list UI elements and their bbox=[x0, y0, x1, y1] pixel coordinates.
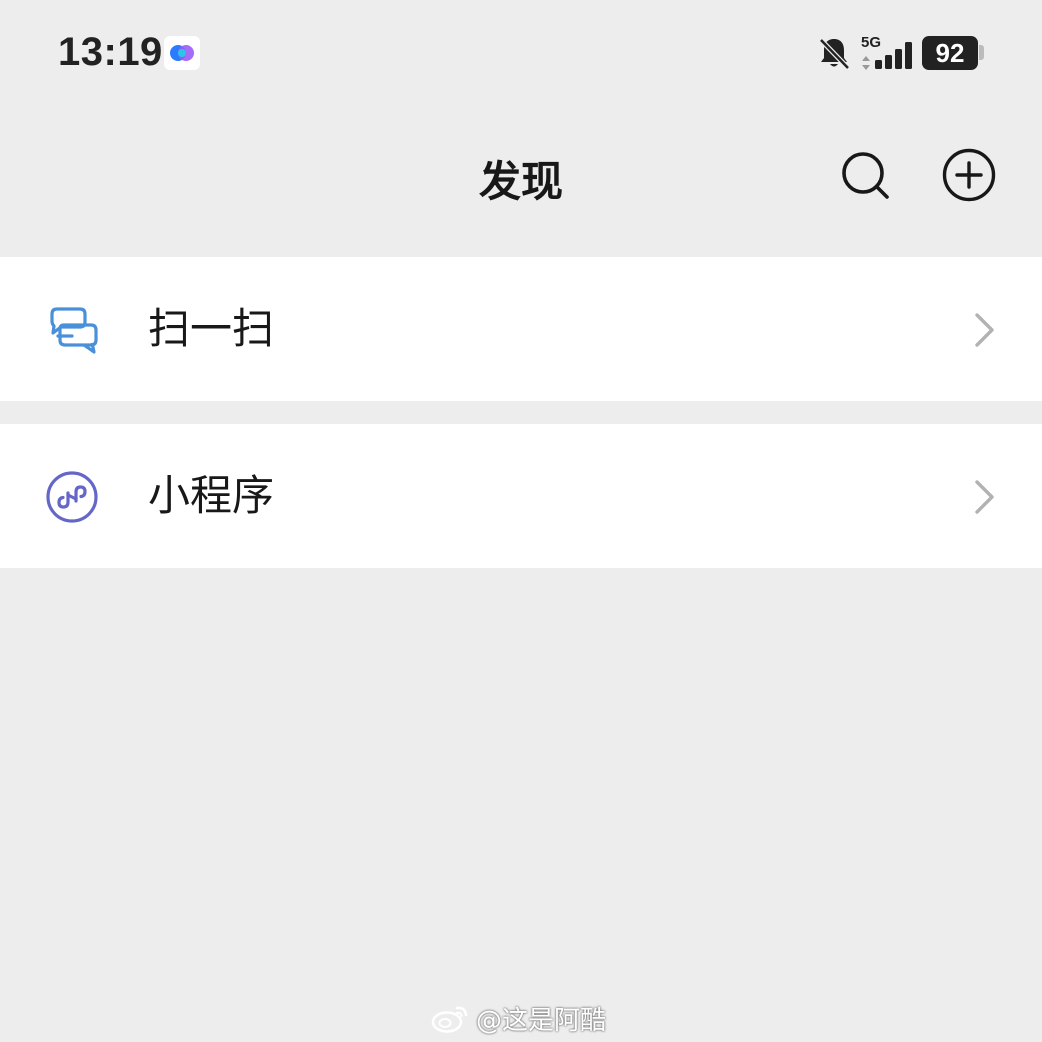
chevron-right-icon bbox=[972, 311, 998, 353]
app-icon bbox=[164, 36, 200, 70]
data-arrows-icon bbox=[861, 55, 871, 75]
menu-item-label: 小程序 bbox=[148, 471, 275, 520]
signal-icon bbox=[873, 40, 915, 74]
add-circle-icon bbox=[942, 148, 996, 202]
menu-item-mini-programs[interactable]: 小程序 bbox=[0, 424, 1042, 568]
watermark-text: @这是阿酷 bbox=[476, 1005, 607, 1036]
chevron-right-icon bbox=[972, 478, 998, 520]
status-time: 13:19 bbox=[58, 30, 163, 74]
mini-program-icon bbox=[44, 469, 100, 525]
search-icon bbox=[842, 152, 889, 199]
menu-item-label: 扫一扫 bbox=[148, 304, 275, 353]
bell-off-icon bbox=[816, 35, 852, 75]
menu-item-scan[interactable]: 扫一扫 bbox=[0, 257, 1042, 401]
nav-bar: 发现 bbox=[0, 110, 1042, 256]
weibo-icon bbox=[431, 1006, 468, 1033]
battery-icon: 92 bbox=[922, 36, 978, 70]
search-button[interactable] bbox=[836, 146, 894, 204]
battery-cap bbox=[979, 45, 984, 60]
add-button[interactable] bbox=[940, 146, 998, 204]
scan-icon bbox=[44, 302, 100, 358]
watermark: @这是阿酷 bbox=[430, 996, 606, 1040]
status-bar: 13:19 5G 92 bbox=[0, 0, 1042, 110]
